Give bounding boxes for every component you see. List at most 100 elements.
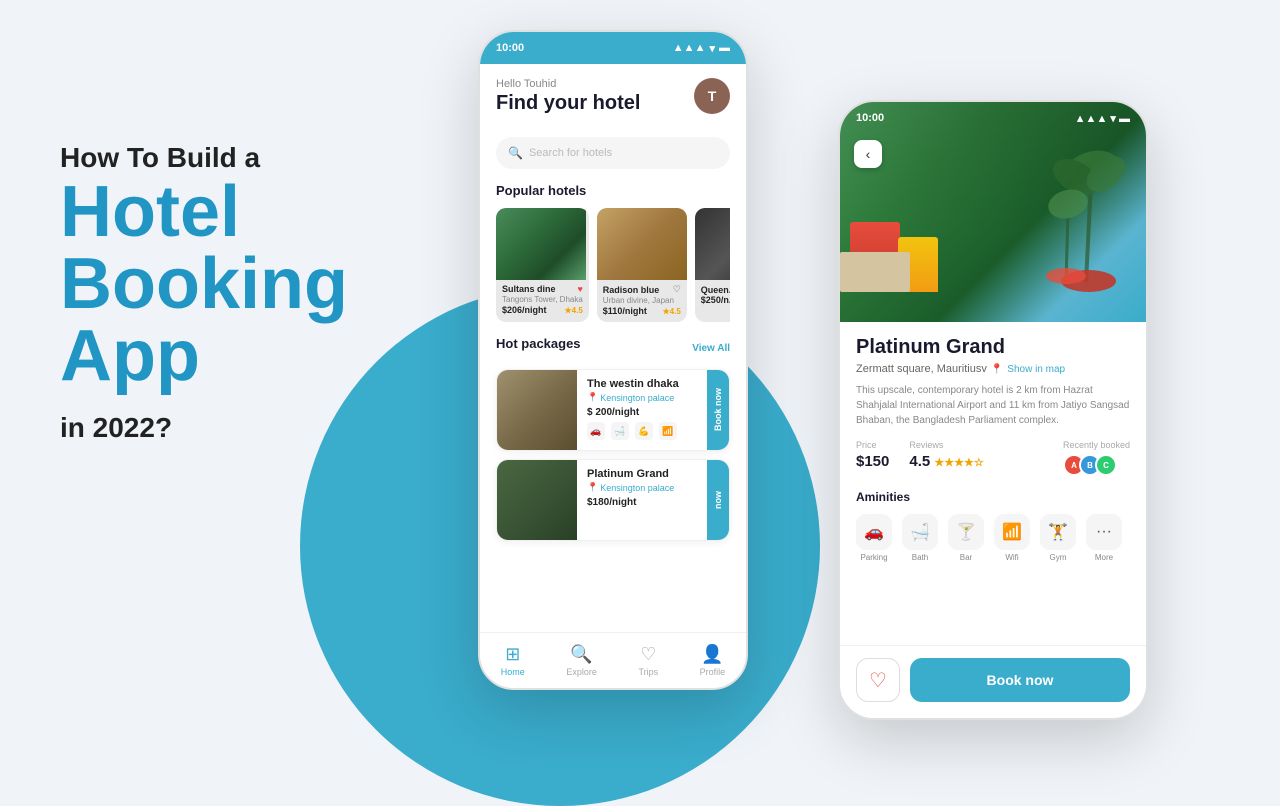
phone1-time: 10:00 <box>496 42 524 54</box>
hotel-cards-list: Sultans dine ♥ Tangons Tower, Dhaka $206… <box>496 208 730 322</box>
hotel-1-price: $206/night <box>502 305 547 315</box>
user-avatar: T <box>694 78 730 114</box>
nav-explore[interactable]: 🔍 Explore <box>566 644 597 677</box>
amenity-more[interactable]: ··· More <box>1086 514 1122 562</box>
signal-icon-2: ▲▲▲ <box>1075 113 1108 125</box>
bath-icon: 🛁 <box>902 514 938 550</box>
package-1-info: The westin dhaka 📍 Kensington palace $ 2… <box>587 370 697 450</box>
phone1-header: Hello Touhid Find your hotel T <box>496 78 730 127</box>
phone2: 10:00 ▲▲▲ ▾ ▬ ‹ Pl <box>838 100 1148 720</box>
favorite-button[interactable]: ♡ <box>856 658 900 702</box>
wifi-label: Wifi <box>1005 553 1018 562</box>
hotel-card-2-img <box>597 208 687 280</box>
gym-label: Gym <box>1050 553 1067 562</box>
pkg-gym-icon: 💪 <box>635 422 653 440</box>
trips-icon: ♡ <box>640 644 656 665</box>
bar-label: Bar <box>960 553 972 562</box>
phone1-status-icons: ▲▲▲ ▾ ▬ <box>673 42 730 55</box>
hotel-card-2[interactable]: Radison blue ♡ Urban divine, Japan $110/… <box>597 208 687 322</box>
nav-profile[interactable]: 👤 Profile <box>700 644 726 677</box>
amenity-gym: 🏋 Gym <box>1040 514 1076 562</box>
amenity-bar: 🍸 Bar <box>948 514 984 562</box>
wifi-icon-2: ▾ <box>1110 113 1116 125</box>
hotel-stats: Price $150 Reviews 4.5 ★★★★☆ Recently bo… <box>856 440 1130 476</box>
hotel-1-location: Tangons Tower, Dhaka <box>502 295 583 304</box>
package-2-book-btn[interactable]: now <box>707 460 729 540</box>
nav-home[interactable]: ⊞ Home <box>501 644 525 677</box>
package-card-1[interactable]: The westin dhaka 📍 Kensington palace $ 2… <box>496 369 730 451</box>
phone1-bottom-nav: ⊞ Home 🔍 Explore ♡ Trips 👤 Profile <box>480 632 746 688</box>
search-placeholder: Search for hotels <box>529 147 612 159</box>
signal-icon: ▲▲▲ <box>673 42 706 54</box>
package-1-book-btn[interactable]: Book now <box>707 370 729 450</box>
nav-trips[interactable]: ♡ Trips <box>638 644 658 677</box>
headline-year: in 2022? <box>60 412 390 444</box>
package-card-2[interactable]: Platinum Grand 📍 Kensington palace $180/… <box>496 459 730 541</box>
back-button[interactable]: ‹ <box>854 140 882 168</box>
recently-booked-block: Recently booked A B C <box>1063 440 1130 476</box>
building-base <box>840 252 910 292</box>
package-1-amenities: 🚗 🛁 💪 📶 <box>587 422 697 440</box>
phone1-status-bar: 10:00 ▲▲▲ ▾ ▬ <box>480 32 746 64</box>
search-icon: 🔍 <box>508 146 523 160</box>
nav-home-label: Home <box>501 667 525 677</box>
hotel-card-1[interactable]: Sultans dine ♥ Tangons Tower, Dhaka $206… <box>496 208 589 322</box>
more-icon[interactable]: ··· <box>1086 514 1122 550</box>
package-2-location: 📍 Kensington palace <box>587 482 697 493</box>
pkg-car-icon: 🚗 <box>587 422 605 440</box>
hotel-hero-image: 10:00 ▲▲▲ ▾ ▬ <box>840 102 1146 322</box>
cushion-2 <box>1046 268 1086 284</box>
hotel-card-1-img <box>496 208 586 280</box>
booked-avatars: A B C <box>1063 454 1130 476</box>
beach-scene <box>840 212 1146 292</box>
hotel-3-name: Queen... <box>701 285 730 295</box>
nav-explore-label: Explore <box>566 667 597 677</box>
hotel-1-heart[interactable]: ♥ <box>577 284 582 294</box>
headline-line1: How To Build a <box>60 142 260 173</box>
greeting-text: Hello Touhid <box>496 78 640 90</box>
phone2-bottom-actions: ♡ Book now <box>840 645 1146 718</box>
hot-packages-title: Hot packages <box>496 336 581 351</box>
hotel-1-name: Sultans dine <box>502 284 556 294</box>
pkg-bath-icon: 🛁 <box>611 422 629 440</box>
gym-icon: 🏋 <box>1040 514 1076 550</box>
amenity-wifi: 📶 Wifi <box>994 514 1030 562</box>
package-1-location: 📍 Kensington palace <box>587 392 697 403</box>
phone2-time: 10:00 <box>856 112 884 124</box>
hotel-name-main: Platinum Grand <box>856 336 1130 359</box>
nav-trips-label: Trips <box>638 667 658 677</box>
wifi-icon: ▾ <box>709 42 715 55</box>
phone1-greeting-block: Hello Touhid Find your hotel <box>496 78 640 127</box>
hotel-2-price: $110/night <box>603 306 647 316</box>
hot-packages-header: Hot packages View All <box>496 336 730 361</box>
reviews-block: Reviews 4.5 ★★★★☆ <box>909 440 983 470</box>
reviews-label: Reviews <box>909 440 983 450</box>
pkg-wifi-icon: 📶 <box>659 422 677 440</box>
location-pin-icon: 📍 <box>587 392 598 403</box>
hotel-2-rating: ★4.5 <box>663 307 681 316</box>
hotel-1-rating: ★4.5 <box>565 306 583 315</box>
search-bar[interactable]: 🔍 Search for hotels <box>496 137 730 169</box>
amenity-bath: 🛁 Bath <box>902 514 938 562</box>
popular-hotels-title: Popular hotels <box>496 183 730 198</box>
battery-icon-2: ▬ <box>1119 113 1130 125</box>
hotel-3-price: $250/n... <box>701 295 730 305</box>
home-icon: ⊞ <box>505 644 520 665</box>
hotel-card-3-img <box>695 208 730 280</box>
hotel-2-heart[interactable]: ♡ <box>673 284 681 295</box>
package-1-name: The westin dhaka <box>587 378 697 390</box>
book-now-button[interactable]: Book now <box>910 658 1130 702</box>
package-2-price: $180/night <box>587 497 697 508</box>
package-1-img <box>497 370 577 450</box>
package-1-price: $ 200/night <box>587 407 697 418</box>
hotel-card-3[interactable]: Queen... ♡ $250/n... <box>695 208 730 322</box>
hotel-location-text: Zermatt square, Mauritiusv <box>856 363 987 375</box>
package-2-name: Platinum Grand <box>587 468 697 480</box>
wifi-amenity-icon: 📶 <box>994 514 1030 550</box>
more-label: More <box>1095 553 1113 562</box>
price-value: $150 <box>856 453 889 470</box>
show-map-link[interactable]: Show in map <box>1007 364 1065 375</box>
hotel-2-location: Urban divine, Japan <box>603 296 681 305</box>
view-all-link[interactable]: View All <box>692 343 730 354</box>
find-hotel-title: Find your hotel <box>496 92 640 115</box>
